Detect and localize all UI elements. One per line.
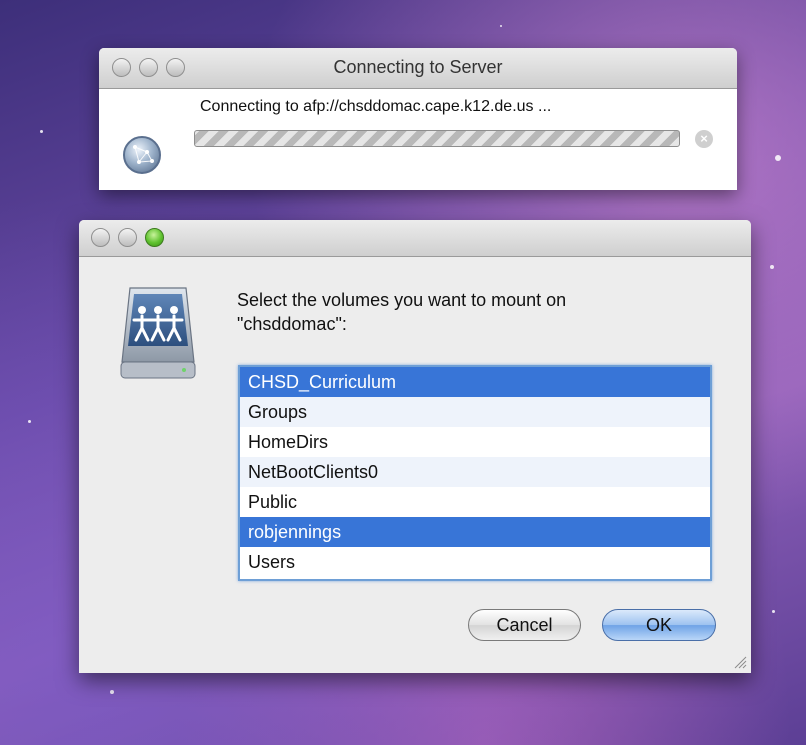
resize-grip-icon[interactable] [733, 655, 747, 669]
volume-item[interactable]: Groups [240, 397, 710, 427]
connecting-window: Connecting to Server Connecting to afp:/… [99, 48, 737, 190]
cancel-button[interactable]: Cancel [468, 609, 581, 641]
mount-prompt: Select the volumes you want to mount on … [237, 290, 567, 334]
mount-dialog: Select the volumes you want to mount on … [79, 220, 751, 673]
volume-item[interactable]: NetBootClients0 [240, 457, 710, 487]
progress-bar [194, 130, 680, 147]
volume-item[interactable]: robjennings [240, 517, 710, 547]
stop-icon[interactable]: × [695, 130, 713, 148]
zoom-button[interactable] [145, 228, 164, 247]
shared-drive-icon [118, 284, 198, 384]
volume-item[interactable]: CHSD_Curriculum [240, 367, 710, 397]
volume-item[interactable]: Public [240, 487, 710, 517]
volume-list[interactable]: CHSD_Curriculum Groups HomeDirs NetBootC… [238, 365, 712, 581]
connecting-message: Connecting to afp://chsddomac.cape.k12.d… [200, 98, 552, 115]
volume-item[interactable]: Users [240, 547, 710, 577]
window-title: Connecting to Server [333, 57, 503, 77]
close-button[interactable] [91, 228, 110, 247]
ok-button[interactable]: OK [602, 609, 716, 641]
globe-icon [123, 136, 161, 174]
minimize-button[interactable] [118, 228, 137, 247]
connecting-titlebar[interactable]: Connecting to Server [99, 48, 737, 89]
dialog-titlebar[interactable] [79, 220, 751, 257]
volume-item[interactable]: HomeDirs [240, 427, 710, 457]
